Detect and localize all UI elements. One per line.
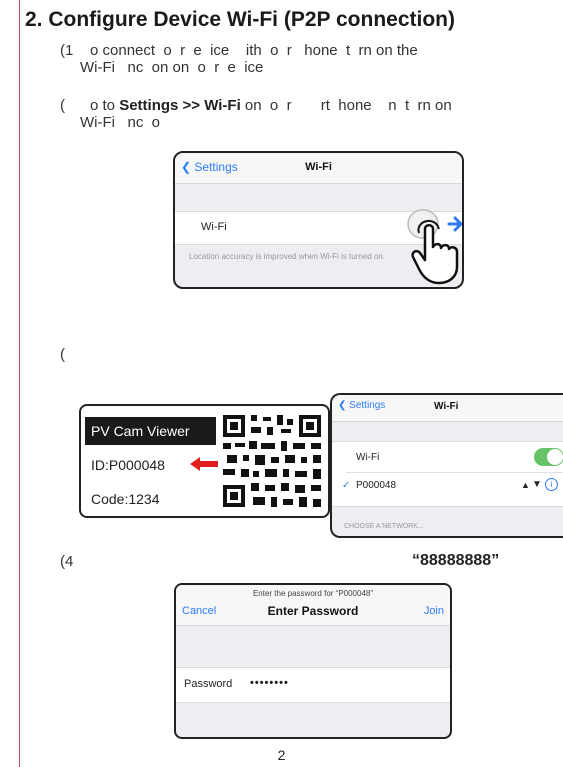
page-left-border	[19, 0, 20, 767]
nav-title-2: Wi-Fi	[434, 401, 459, 412]
nav-title: Wi-Fi	[305, 161, 332, 173]
step-4-line: (4	[60, 553, 74, 570]
tap-hand-icon	[407, 209, 462, 285]
step-2-line-2: Wi-Fi nc o	[80, 114, 161, 131]
card-code: Code:1234	[91, 491, 160, 507]
checkmark-icon: ✓	[342, 480, 351, 491]
wifi-toggle-label: Wi-Fi	[356, 452, 380, 463]
back-button-2[interactable]: ❮ Settings	[338, 400, 385, 411]
network-name[interactable]: P000048	[356, 480, 396, 491]
password-field-row[interactable]: Password ••••••••	[176, 667, 450, 703]
ios-navbar: ❮ Settings Wi-Fi	[175, 153, 462, 184]
password-field-value[interactable]: ••••••••	[250, 677, 289, 689]
section-heading: 2. Configure Device Wi-Fi (P2P connectio…	[25, 8, 455, 31]
card-device-id: ID:P000048	[91, 457, 165, 473]
wifi-toggle[interactable]	[534, 448, 563, 466]
password-prompt: Enter the password for “P000048”	[252, 589, 374, 598]
card-app-name: PV Cam Viewer	[85, 417, 216, 445]
step-2-line-1: ( o to Settings >> Wi-Fi on o r rt hone …	[60, 97, 452, 114]
wifi-network-list-screenshot: ❮ Settings Wi-Fi Wi-Fi ✓ P000048 ▲ ▼ i C…	[330, 393, 563, 538]
lock-icon: ▲	[521, 480, 530, 490]
ios-navbar-2: ❮ Settings Wi-Fi	[332, 395, 563, 422]
red-arrow-icon	[190, 457, 218, 471]
password-field-label: Password	[184, 678, 233, 690]
wifi-toggle-cell[interactable]: Wi-Fi ✓ P000048 ▲ ▼ i	[332, 441, 563, 507]
page-number: 2	[277, 747, 286, 763]
password-title: Enter Password	[267, 604, 359, 618]
cell-divider	[346, 472, 563, 473]
step-3-line: (	[60, 346, 65, 363]
qr-code-icon	[221, 413, 323, 509]
device-id-card: PV Cam Viewer ID:P000048 Code:1234	[79, 404, 330, 518]
info-icon[interactable]: i	[545, 478, 558, 491]
wifi-cell-label: Wi-Fi	[201, 221, 227, 233]
step-1-line-1: (1 o connect o r e ice ith o r hone t rn…	[60, 42, 418, 59]
back-label-2: Settings	[349, 400, 386, 411]
step-2-prefix: ( o to	[60, 97, 120, 114]
join-button[interactable]: Join	[424, 605, 444, 617]
default-password: “88888888”	[412, 552, 500, 569]
choose-network-header: CHOOSE A NETWORK...	[344, 523, 424, 530]
wifi-settings-screenshot: ❮ Settings Wi-Fi Wi-Fi Location accuracy…	[173, 151, 464, 289]
step-2-settings-path: Settings >> Wi-Fi	[119, 97, 241, 114]
password-navbar: Enter the password for “P000048” Cancel …	[176, 585, 450, 626]
password-entry-screenshot: Enter the password for “P000048” Cancel …	[174, 583, 452, 739]
step-2-rest: on o r rt hone n t rn on	[240, 97, 452, 114]
wifi-signal-icon: ▼	[532, 479, 542, 490]
step-1-line-2: Wi-Fi nc on on o r e ice	[80, 59, 264, 76]
wifi-footnote: Location accuracy is improved when Wi-Fi…	[189, 252, 386, 261]
